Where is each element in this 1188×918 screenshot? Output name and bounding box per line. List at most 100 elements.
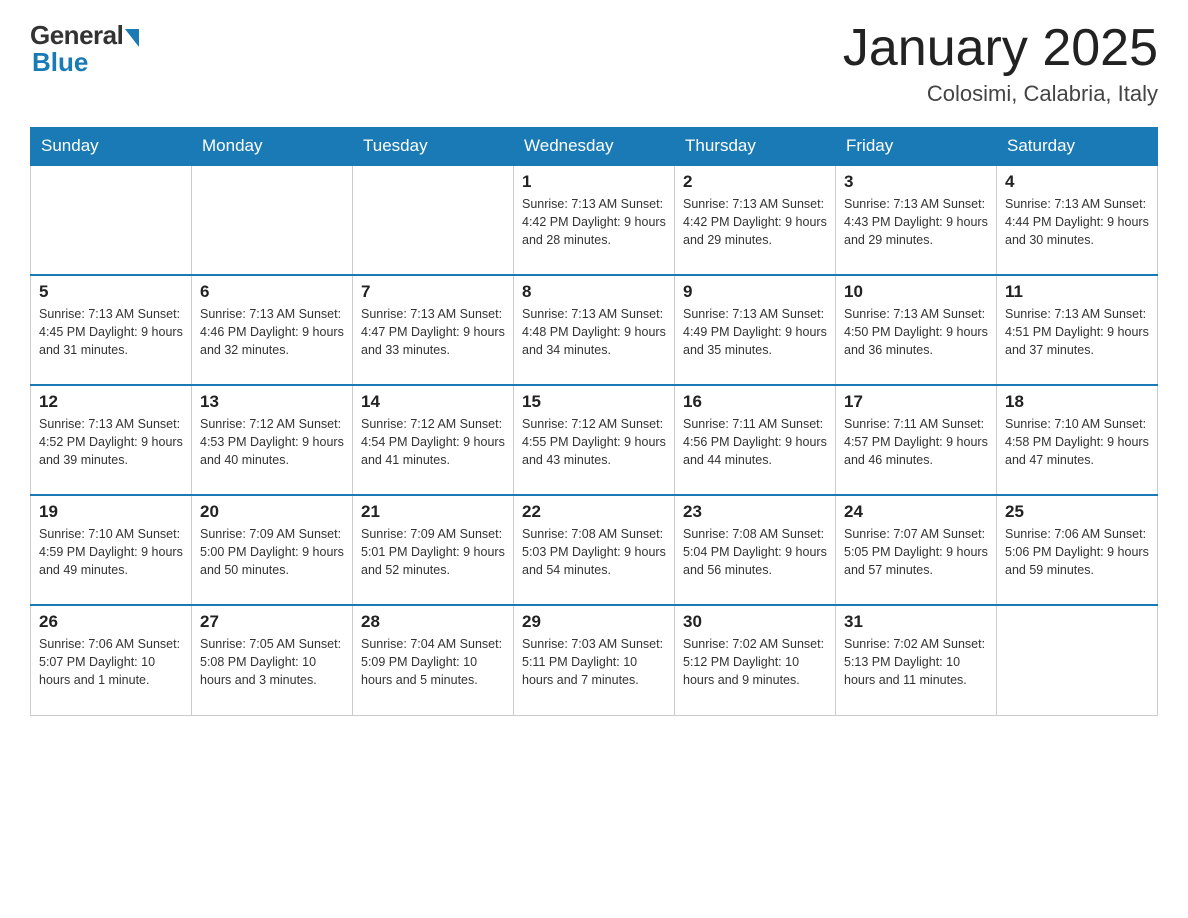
day-number: 9	[683, 282, 827, 302]
day-info: Sunrise: 7:09 AM Sunset: 5:01 PM Dayligh…	[361, 525, 505, 579]
calendar-day-header: Friday	[836, 128, 997, 166]
calendar-cell: 3 Sunrise: 7:13 AM Sunset: 4:43 PM Daylig…	[836, 165, 997, 275]
day-info: Sunrise: 7:11 AM Sunset: 4:56 PM Dayligh…	[683, 415, 827, 469]
day-info: Sunrise: 7:13 AM Sunset: 4:44 PM Dayligh…	[1005, 195, 1149, 249]
day-info: Sunrise: 7:12 AM Sunset: 4:54 PM Dayligh…	[361, 415, 505, 469]
calendar-day-header: Tuesday	[353, 128, 514, 166]
day-info: Sunrise: 7:13 AM Sunset: 4:50 PM Dayligh…	[844, 305, 988, 359]
calendar-cell: 2Sunrise: 7:13 AM Sunset: 4:42 PM Daylig…	[675, 165, 836, 275]
day-info: Sunrise: 7:13 AM Sunset: 4:43 PM Dayligh…	[844, 195, 988, 249]
calendar-cell: 17 Sunrise: 7:11 AM Sunset: 4:57 PM Dayli…	[836, 385, 997, 495]
calendar-week-row: 1 Sunrise: 7:13 AM Sunset: 4:42 PM Daylig…	[31, 165, 1158, 275]
calendar-cell: 31Sunrise: 7:02 AM Sunset: 5:13 PM Dayli…	[836, 605, 997, 715]
calendar-table: SundayMondayTuesdayWednesdayThursdayFrid…	[30, 127, 1158, 716]
calendar-cell: 12 Sunrise: 7:13 AM Sunset: 4:52 PM Dayli…	[31, 385, 192, 495]
day-info: Sunrise: 7:06 AM Sunset: 5:06 PM Dayligh…	[1005, 525, 1149, 579]
logo-arrow-icon	[125, 29, 139, 47]
day-info: Sunrise: 7:13 AM Sunset: 4:45 PM Dayligh…	[39, 305, 183, 359]
calendar-cell: 16 Sunrise: 7:11 AM Sunset: 4:56 PM Dayli…	[675, 385, 836, 495]
calendar-day-header: Thursday	[675, 128, 836, 166]
calendar-cell: 22 Sunrise: 7:08 AM Sunset: 5:03 PM Dayli…	[514, 495, 675, 605]
calendar-cell: 28 Sunrise: 7:04 AM Sunset: 5:09 PM Dayli…	[353, 605, 514, 715]
calendar-cell: 20 Sunrise: 7:09 AM Sunset: 5:00 PM Dayli…	[192, 495, 353, 605]
day-number: 27	[200, 612, 344, 632]
day-number: 10	[844, 282, 988, 302]
calendar-week-row: 12 Sunrise: 7:13 AM Sunset: 4:52 PM Dayli…	[31, 385, 1158, 495]
calendar-cell: 29 Sunrise: 7:03 AM Sunset: 5:11 PM Dayli…	[514, 605, 675, 715]
day-number: 30	[683, 612, 827, 632]
day-info: Sunrise: 7:04 AM Sunset: 5:09 PM Dayligh…	[361, 635, 505, 689]
day-number: 12	[39, 392, 183, 412]
calendar-day-header: Monday	[192, 128, 353, 166]
day-info: Sunrise: 7:03 AM Sunset: 5:11 PM Dayligh…	[522, 635, 666, 689]
day-info: Sunrise: 7:13 AM Sunset: 4:47 PM Dayligh…	[361, 305, 505, 359]
day-number: 23	[683, 502, 827, 522]
day-number: 31	[844, 612, 988, 632]
day-number: 16	[683, 392, 827, 412]
calendar-cell: 27 Sunrise: 7:05 AM Sunset: 5:08 PM Dayli…	[192, 605, 353, 715]
day-number: 3	[844, 172, 988, 192]
location-text: Colosimi, Calabria, Italy	[843, 81, 1158, 107]
calendar-cell: 4Sunrise: 7:13 AM Sunset: 4:44 PM Daylig…	[997, 165, 1158, 275]
calendar-cell: 11Sunrise: 7:13 AM Sunset: 4:51 PM Dayli…	[997, 275, 1158, 385]
day-info: Sunrise: 7:08 AM Sunset: 5:03 PM Dayligh…	[522, 525, 666, 579]
day-number: 5	[39, 282, 183, 302]
page-header: General Blue January 2025 Colosimi, Cala…	[30, 20, 1158, 107]
day-info: Sunrise: 7:13 AM Sunset: 4:42 PM Dayligh…	[683, 195, 827, 249]
calendar-cell: 9 Sunrise: 7:13 AM Sunset: 4:49 PM Daylig…	[675, 275, 836, 385]
day-info: Sunrise: 7:02 AM Sunset: 5:12 PM Dayligh…	[683, 635, 827, 689]
calendar-cell: 7Sunrise: 7:13 AM Sunset: 4:47 PM Daylig…	[353, 275, 514, 385]
calendar-week-row: 19 Sunrise: 7:10 AM Sunset: 4:59 PM Dayli…	[31, 495, 1158, 605]
day-number: 11	[1005, 282, 1149, 302]
calendar-cell: 6 Sunrise: 7:13 AM Sunset: 4:46 PM Daylig…	[192, 275, 353, 385]
day-info: Sunrise: 7:12 AM Sunset: 4:55 PM Dayligh…	[522, 415, 666, 469]
day-number: 28	[361, 612, 505, 632]
calendar-cell: 13Sunrise: 7:12 AM Sunset: 4:53 PM Dayli…	[192, 385, 353, 495]
title-block: January 2025 Colosimi, Calabria, Italy	[843, 20, 1158, 107]
calendar-cell	[997, 605, 1158, 715]
calendar-cell: 21 Sunrise: 7:09 AM Sunset: 5:01 PM Dayli…	[353, 495, 514, 605]
day-info: Sunrise: 7:07 AM Sunset: 5:05 PM Dayligh…	[844, 525, 988, 579]
day-number: 19	[39, 502, 183, 522]
day-number: 24	[844, 502, 988, 522]
day-number: 13	[200, 392, 344, 412]
day-info: Sunrise: 7:13 AM Sunset: 4:49 PM Dayligh…	[683, 305, 827, 359]
day-info: Sunrise: 7:13 AM Sunset: 4:42 PM Dayligh…	[522, 195, 666, 249]
calendar-day-header: Wednesday	[514, 128, 675, 166]
day-number: 26	[39, 612, 183, 632]
day-number: 22	[522, 502, 666, 522]
day-number: 6	[200, 282, 344, 302]
day-number: 14	[361, 392, 505, 412]
calendar-cell: 14 Sunrise: 7:12 AM Sunset: 4:54 PM Dayli…	[353, 385, 514, 495]
day-number: 17	[844, 392, 988, 412]
day-number: 21	[361, 502, 505, 522]
day-info: Sunrise: 7:06 AM Sunset: 5:07 PM Dayligh…	[39, 635, 183, 689]
day-number: 1	[522, 172, 666, 192]
day-info: Sunrise: 7:08 AM Sunset: 5:04 PM Dayligh…	[683, 525, 827, 579]
calendar-cell	[353, 165, 514, 275]
logo-blue-text: Blue	[32, 47, 88, 78]
calendar-header-row: SundayMondayTuesdayWednesdayThursdayFrid…	[31, 128, 1158, 166]
calendar-week-row: 5 Sunrise: 7:13 AM Sunset: 4:45 PM Daylig…	[31, 275, 1158, 385]
calendar-cell: 18 Sunrise: 7:10 AM Sunset: 4:58 PM Dayli…	[997, 385, 1158, 495]
calendar-day-header: Sunday	[31, 128, 192, 166]
month-title: January 2025	[843, 20, 1158, 77]
calendar-cell: 26 Sunrise: 7:06 AM Sunset: 5:07 PM Dayli…	[31, 605, 192, 715]
calendar-week-row: 26 Sunrise: 7:06 AM Sunset: 5:07 PM Dayli…	[31, 605, 1158, 715]
day-info: Sunrise: 7:10 AM Sunset: 4:59 PM Dayligh…	[39, 525, 183, 579]
calendar-cell: 30 Sunrise: 7:02 AM Sunset: 5:12 PM Dayli…	[675, 605, 836, 715]
day-info: Sunrise: 7:09 AM Sunset: 5:00 PM Dayligh…	[200, 525, 344, 579]
day-number: 20	[200, 502, 344, 522]
day-info: Sunrise: 7:13 AM Sunset: 4:46 PM Dayligh…	[200, 305, 344, 359]
calendar-day-header: Saturday	[997, 128, 1158, 166]
day-info: Sunrise: 7:10 AM Sunset: 4:58 PM Dayligh…	[1005, 415, 1149, 469]
day-info: Sunrise: 7:11 AM Sunset: 4:57 PM Dayligh…	[844, 415, 988, 469]
day-number: 29	[522, 612, 666, 632]
calendar-cell: 5 Sunrise: 7:13 AM Sunset: 4:45 PM Daylig…	[31, 275, 192, 385]
calendar-cell: 10 Sunrise: 7:13 AM Sunset: 4:50 PM Dayli…	[836, 275, 997, 385]
day-info: Sunrise: 7:13 AM Sunset: 4:48 PM Dayligh…	[522, 305, 666, 359]
calendar-cell: 25Sunrise: 7:06 AM Sunset: 5:06 PM Dayli…	[997, 495, 1158, 605]
day-number: 18	[1005, 392, 1149, 412]
day-info: Sunrise: 7:13 AM Sunset: 4:52 PM Dayligh…	[39, 415, 183, 469]
day-info: Sunrise: 7:05 AM Sunset: 5:08 PM Dayligh…	[200, 635, 344, 689]
